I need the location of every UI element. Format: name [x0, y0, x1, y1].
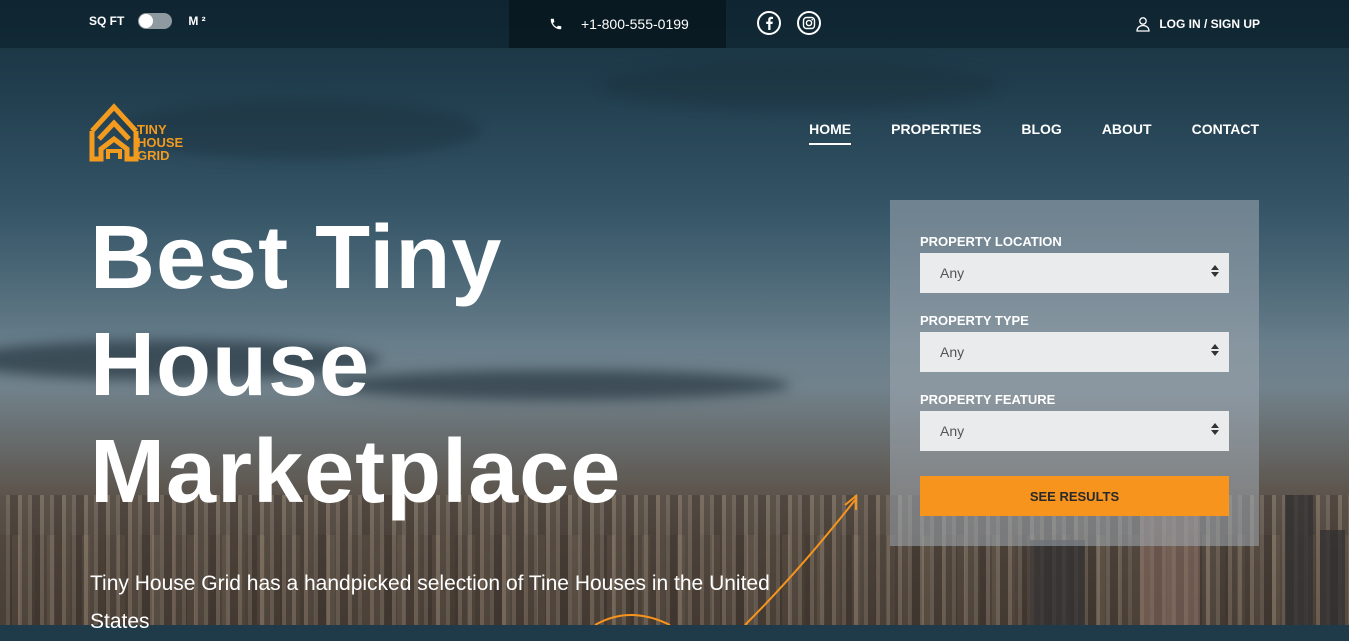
instagram-icon[interactable]	[797, 11, 821, 35]
type-label: PROPERTY TYPE	[920, 313, 1029, 328]
phone-number[interactable]: +1-800-555-0199	[581, 16, 689, 32]
headline-line-3: Marketplace	[90, 422, 622, 522]
see-results-button[interactable]: SEE RESULTS	[920, 476, 1229, 516]
phone-box: +1-800-555-0199	[509, 0, 726, 48]
hero-headline: Best Tiny House Marketplace	[90, 205, 621, 526]
location-label: PROPERTY LOCATION	[920, 234, 1062, 249]
select-arrows-icon	[1211, 423, 1219, 435]
nav-home[interactable]: HOME	[809, 121, 852, 145]
phone-icon	[549, 17, 563, 31]
unit-switch[interactable]	[138, 13, 173, 29]
feature-select[interactable]: Any	[920, 411, 1229, 451]
main-nav: HOME PROPERTIES BLOG ABOUT CONTACT	[809, 121, 1259, 145]
logo[interactable]: TINY HOUSE GRID	[89, 101, 183, 163]
logo-house-icon	[89, 103, 139, 162]
type-select[interactable]: Any	[920, 332, 1229, 372]
nav-about[interactable]: ABOUT	[1102, 121, 1152, 145]
feature-label: PROPERTY FEATURE	[920, 392, 1056, 407]
top-bar: SQ FT M ² +1-800-555-0199 LOG IN / SIGN …	[0, 0, 1349, 48]
user-icon	[1136, 17, 1150, 32]
nav-blog[interactable]: BLOG	[1021, 121, 1061, 145]
location-select[interactable]: Any	[920, 253, 1229, 293]
nav-properties[interactable]: PROPERTIES	[891, 121, 981, 145]
select-arrows-icon	[1211, 265, 1219, 277]
location-value: Any	[940, 265, 965, 281]
logo-text: TINY HOUSE GRID	[137, 123, 183, 162]
logo-line2: HOUSE	[137, 134, 184, 150]
login-signup-link[interactable]: LOG IN / SIGN UP	[1135, 16, 1260, 32]
unit-m2-label: M ²	[188, 14, 206, 28]
property-search-panel: PROPERTY LOCATION Any PROPERTY TYPE Any …	[890, 200, 1259, 546]
hero-subtext: Tiny House Grid has a handpicked selecti…	[90, 572, 770, 633]
feature-value: Any	[940, 423, 965, 439]
headline-line-1: Best Tiny	[90, 208, 503, 308]
logo-line3: GRID	[137, 147, 170, 163]
facebook-icon[interactable]	[757, 11, 781, 35]
unit-sqft-label: SQ FT	[89, 14, 125, 28]
nav-contact[interactable]: CONTACT	[1192, 121, 1259, 145]
type-value: Any	[940, 344, 965, 360]
switch-knob	[139, 14, 154, 28]
logo-line1: TINY	[137, 121, 167, 137]
unit-toggle: SQ FT M ²	[89, 13, 206, 29]
select-arrows-icon	[1211, 344, 1219, 356]
headline-line-2: House	[90, 315, 371, 415]
login-label: LOG IN / SIGN UP	[1159, 17, 1260, 31]
